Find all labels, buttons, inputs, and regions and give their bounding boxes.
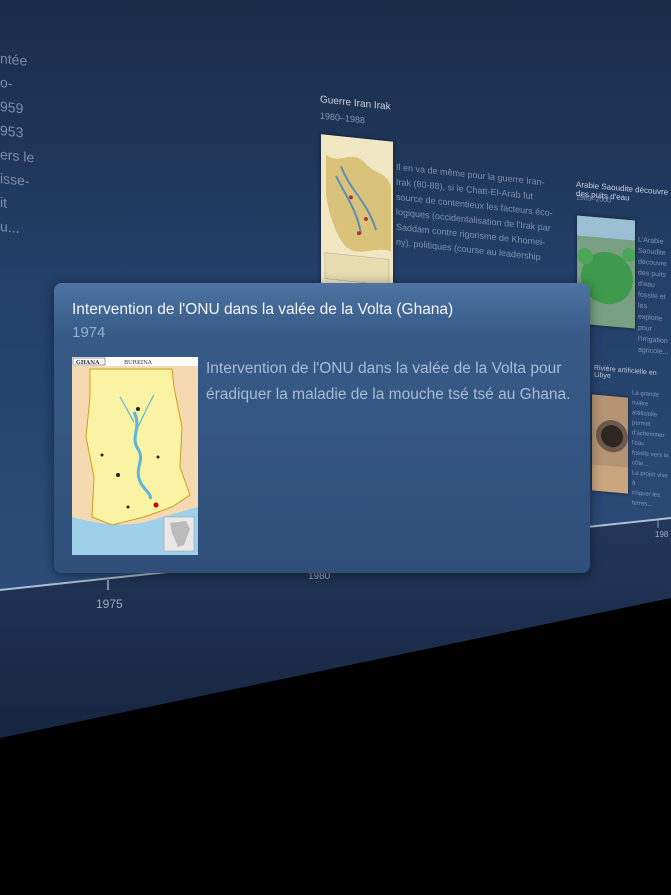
popover-year: 1974 xyxy=(72,324,106,341)
libye-photo-thumbnail[interactable] xyxy=(592,394,628,494)
axis-label-1975: 1975 xyxy=(96,597,123,611)
event-iran-iraq-text: Il en va de même pour la guerre Iran- Ir… xyxy=(396,161,553,262)
iran-iraq-map-thumbnail[interactable] xyxy=(321,134,393,292)
axis-label-198x: 198 xyxy=(655,530,669,539)
ghana-map-image[interactable]: GHANA BURKINA xyxy=(72,357,198,555)
popover-title: Intervention de l'ONU dans la valée de l… xyxy=(72,301,454,318)
map-icon xyxy=(321,134,393,292)
timeline-scene: ntée o- 959 953 ers le isse- it u... Gue… xyxy=(0,0,671,895)
event-arabie-text: L'Arabie Saoudite découvre des puits d'e… xyxy=(638,236,669,357)
popover-description: Intervention de l'ONU dans la valée de l… xyxy=(206,360,571,403)
event-libye-text: La grande rivière artificielle permet d'… xyxy=(632,390,669,509)
background-event-text-left: ntée o- 959 953 ers le isse- it u... xyxy=(0,50,35,237)
map-header-right: BURKINA xyxy=(124,360,153,366)
event-detail-popover[interactable]: Intervention de l'ONU dans la valée de l… xyxy=(54,283,590,573)
pipe-icon xyxy=(592,394,628,494)
map-header-left: GHANA xyxy=(76,360,100,366)
ghana-map-icon: GHANA BURKINA xyxy=(72,357,198,555)
